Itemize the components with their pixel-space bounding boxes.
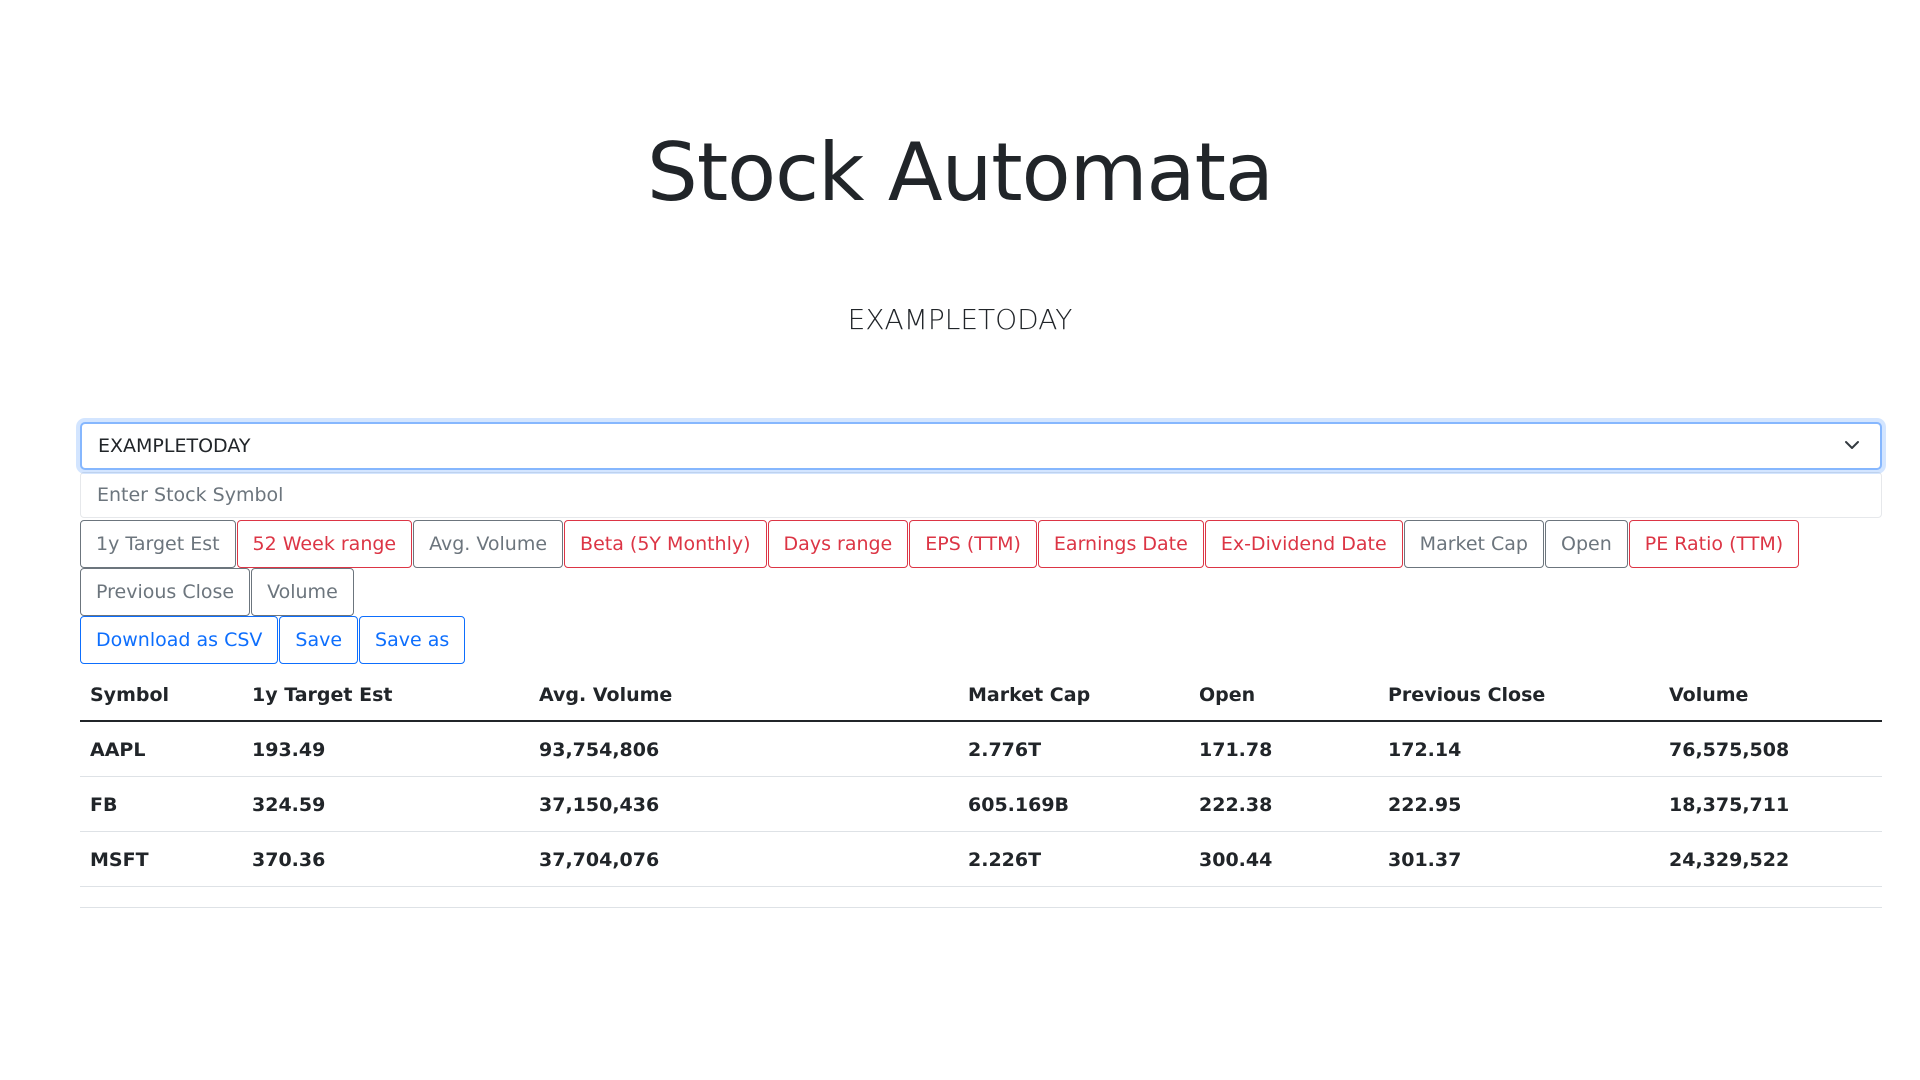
- column-header-open[interactable]: Open: [1189, 670, 1378, 722]
- field-toggle-group: 1y Target Est 52 Week range Avg. Volume …: [80, 520, 1882, 616]
- cell-symbol: AAPL: [80, 721, 242, 777]
- table-row: AAPL 193.49 93,754,806 2.776T 171.78 172…: [80, 721, 1882, 777]
- field-button-1y-target-est[interactable]: 1y Target Est: [80, 520, 236, 568]
- action-button-group: Download as CSV Save Save as: [80, 616, 1882, 664]
- save-button[interactable]: Save: [279, 616, 359, 664]
- cell-volume: 18,375,711: [1659, 776, 1882, 832]
- column-header-avg-volume[interactable]: Avg. Volume: [529, 670, 958, 722]
- field-button-avg-volume[interactable]: Avg. Volume: [413, 520, 564, 568]
- cell-previous-close: 222.95: [1378, 776, 1659, 832]
- chevron-down-icon: [1845, 441, 1859, 449]
- field-button-ex-dividend-date[interactable]: Ex-Dividend Date: [1204, 520, 1403, 568]
- list-select-value: EXAMPLETODAY: [98, 435, 251, 457]
- cell-previous-close: 301.37: [1378, 831, 1659, 887]
- field-button-earnings-date[interactable]: Earnings Date: [1037, 520, 1204, 568]
- cell-previous-close: 172.14: [1378, 721, 1659, 777]
- cell-1y-target-est: 324.59: [242, 776, 529, 832]
- column-header-market-cap[interactable]: Market Cap: [958, 670, 1189, 722]
- cell-volume: 76,575,508: [1659, 721, 1882, 777]
- column-header-volume[interactable]: Volume: [1659, 670, 1882, 722]
- cell-avg-volume: 37,150,436: [529, 776, 958, 832]
- save-as-button[interactable]: Save as: [359, 616, 466, 664]
- table-spacer-row: [80, 886, 1882, 908]
- main-container: EXAMPLETODAY 1y Target Est 52 Week range…: [80, 422, 1882, 908]
- table-spacer-cell: [80, 886, 1882, 908]
- list-name-heading: EXAMPLETODAY: [847, 303, 1073, 336]
- field-button-previous-close[interactable]: Previous Close: [80, 568, 251, 616]
- field-button-volume[interactable]: Volume: [251, 568, 354, 616]
- cell-market-cap: 2.776T: [958, 721, 1189, 777]
- table-header-row: Symbol 1y Target Est Avg. Volume Market …: [80, 670, 1882, 722]
- cell-1y-target-est: 370.36: [242, 831, 529, 887]
- cell-open: 300.44: [1189, 831, 1378, 887]
- cell-open: 222.38: [1189, 776, 1378, 832]
- cell-avg-volume: 93,754,806: [529, 721, 958, 777]
- column-header-1y-target-est[interactable]: 1y Target Est: [242, 670, 529, 722]
- field-button-pe-ratio[interactable]: PE Ratio (TTM): [1628, 520, 1800, 568]
- cell-symbol: MSFT: [80, 831, 242, 887]
- page: Stock Automata EXAMPLETODAY EXAMPLETODAY…: [0, 0, 1920, 1080]
- stocks-table: Symbol 1y Target Est Avg. Volume Market …: [80, 670, 1882, 908]
- table-row: FB 324.59 37,150,436 605.169B 222.38 222…: [80, 776, 1882, 832]
- column-header-symbol[interactable]: Symbol: [80, 670, 242, 722]
- field-button-open[interactable]: Open: [1545, 520, 1628, 568]
- download-csv-button[interactable]: Download as CSV: [80, 616, 279, 664]
- cell-1y-target-est: 193.49: [242, 721, 529, 777]
- table-row: MSFT 370.36 37,704,076 2.226T 300.44 301…: [80, 831, 1882, 887]
- cell-avg-volume: 37,704,076: [529, 831, 958, 887]
- cell-symbol: FB: [80, 776, 242, 832]
- list-select[interactable]: EXAMPLETODAY: [80, 422, 1882, 470]
- cell-market-cap: 605.169B: [958, 776, 1189, 832]
- cell-volume: 24,329,522: [1659, 831, 1882, 887]
- app-title: Stock Automata: [647, 126, 1274, 219]
- field-button-52-week-range[interactable]: 52 Week range: [236, 520, 413, 568]
- field-button-beta[interactable]: Beta (5Y Monthly): [564, 520, 767, 568]
- field-button-eps[interactable]: EPS (TTM): [909, 520, 1037, 568]
- field-button-days-range[interactable]: Days range: [767, 520, 909, 568]
- column-header-previous-close[interactable]: Previous Close: [1378, 670, 1659, 722]
- cell-market-cap: 2.226T: [958, 831, 1189, 887]
- cell-open: 171.78: [1189, 721, 1378, 777]
- field-button-market-cap[interactable]: Market Cap: [1403, 520, 1544, 568]
- stock-symbol-input[interactable]: [80, 472, 1882, 518]
